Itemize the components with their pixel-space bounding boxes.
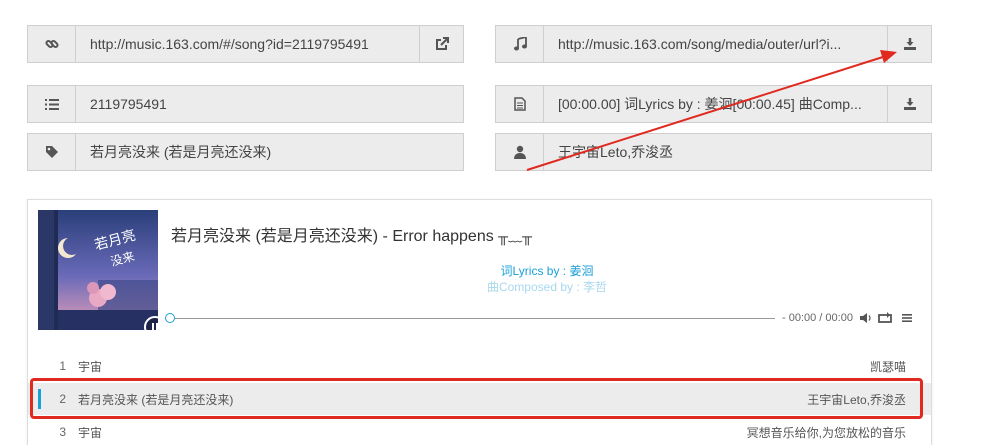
error-face: ╥﹏╥ [498,228,533,244]
media-url-value[interactable]: http://music.163.com/song/media/outer/ur… [544,26,887,62]
track-name: 宇宙 [78,359,103,374]
song-name-value[interactable]: 若月亮没来 (若是月亮还没来) [76,134,463,170]
file-text-icon [496,86,544,122]
artist-field: 王宇宙Leto,乔浚丞 [495,133,932,171]
download-icon [903,37,917,51]
volume-icon[interactable] [860,311,872,329]
media-url-field: http://music.163.com/song/media/outer/ur… [495,25,932,63]
download-lyrics-button[interactable] [887,86,931,122]
lyrics-value[interactable]: [00:00.00] 词Lyrics by : 姜洄[00:00.45] 曲Co… [544,86,887,122]
song-id-value[interactable]: 2119795491 [76,86,463,122]
link-icon [28,26,76,62]
player-song-title: 若月亮没来 (若是月亮还没来) - Error happens ╥﹏╥ [171,222,532,246]
external-link-icon [434,36,450,52]
ordered-list-icon [28,86,76,122]
album-cover: 若月亮 没来 [38,210,158,330]
tag-icon [28,134,76,170]
song-url-field: http://music.163.com/#/song?id=211979549… [27,25,464,63]
music-note-icon [496,26,544,62]
song-id-field: 2119795491 [27,85,464,123]
lyrics-field: [00:00.00] 词Lyrics by : 姜洄[00:00.45] 曲Co… [495,85,932,123]
artist-value[interactable]: 王宇宙Leto,乔浚丞 [544,134,931,170]
playlist-menu-icon[interactable] [901,311,913,329]
list-item[interactable]: 3 宇宙 冥想音乐给你,为您放松的音乐 [28,416,931,445]
track-number: 1 [59,359,66,373]
song-url-value[interactable]: http://music.163.com/#/song?id=211979549… [76,26,419,62]
user-icon [496,134,544,170]
track-name: 宇宙 [78,425,103,440]
time-display: - 00:00 / 00:00 [782,312,853,324]
song-name-field: 若月亮没来 (若是月亮还没来) [27,133,464,171]
download-media-button[interactable] [887,26,931,62]
player-title-text: 若月亮没来 (若是月亮还没来) - Error happens [171,228,494,245]
lyric-line-current: 词Lyrics by : 姜洄 [500,264,594,278]
loop-icon[interactable] [878,311,892,329]
progress-knob[interactable] [165,313,175,323]
lyric-line-next: 曲Composed by : 李哲 [486,280,608,294]
download-icon [903,97,917,111]
track-number: 3 [59,425,66,439]
annotation-highlight-box [30,378,923,419]
progress-bar[interactable] [175,318,775,319]
external-link-button[interactable] [419,26,463,62]
track-artist: 凯瑟喵 [869,359,906,374]
track-artist: 冥想音乐给你,为您放松的音乐 [746,425,906,440]
